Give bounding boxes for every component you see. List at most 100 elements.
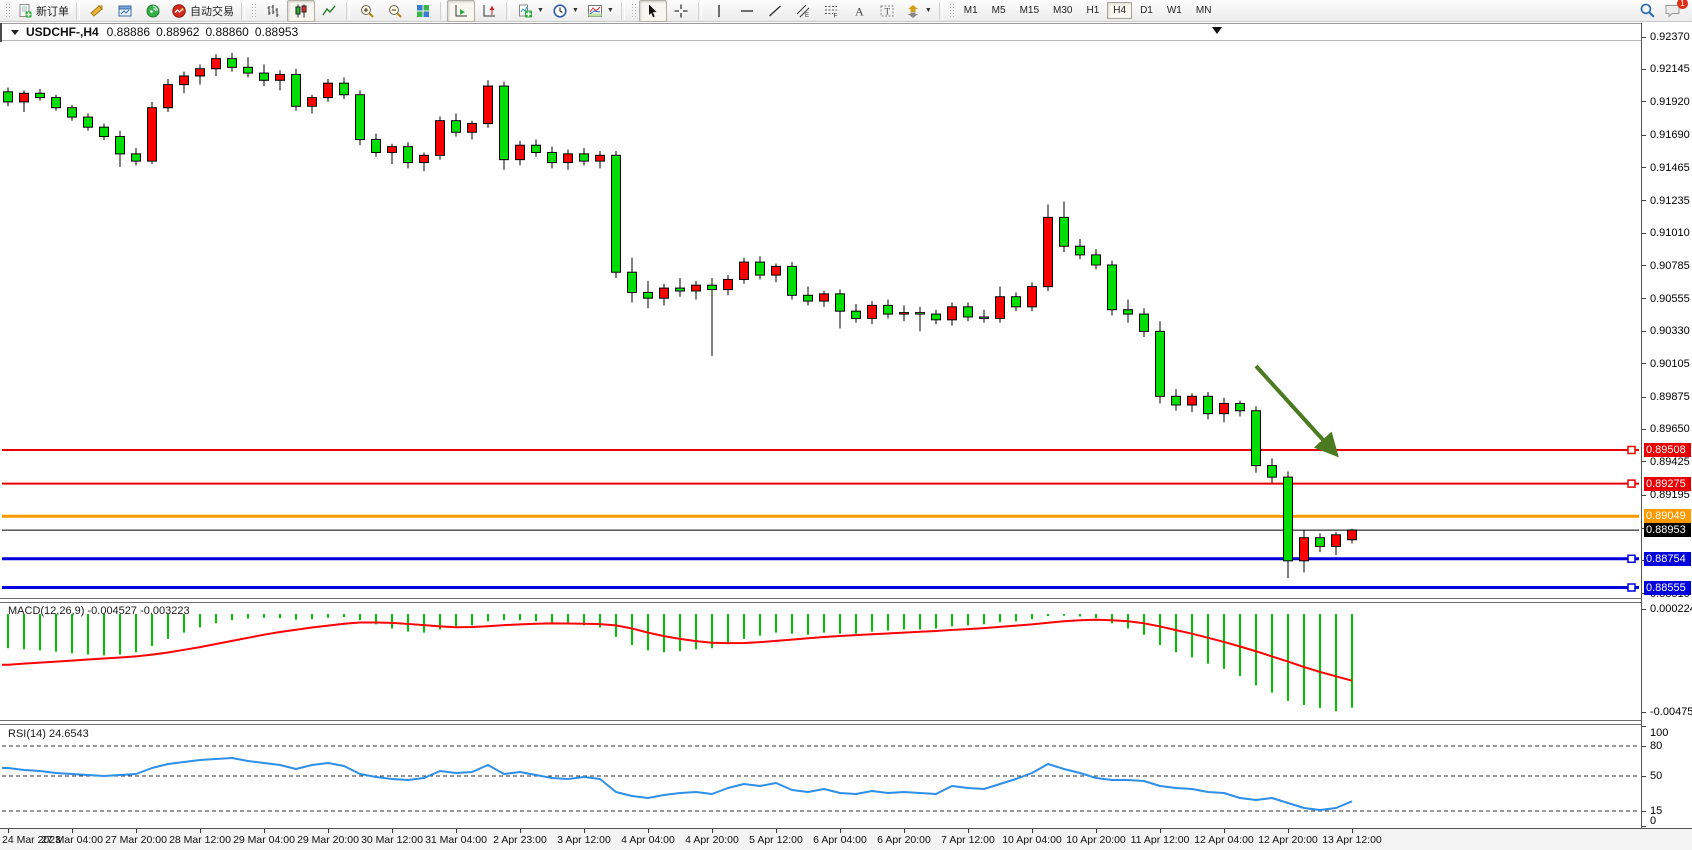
notifications-button[interactable]: 1: [1664, 2, 1682, 19]
timeframe-d1-button[interactable]: D1: [1134, 2, 1159, 19]
trend-arrow-annotation[interactable]: [1256, 366, 1334, 452]
periods-button[interactable]: ▼: [548, 0, 583, 22]
candle-body: [1028, 287, 1037, 307]
vertical-line-tool-button[interactable]: [705, 0, 733, 22]
toolbar-grip[interactable]: [949, 3, 954, 19]
signals-button[interactable]: [139, 0, 167, 22]
candle-body: [340, 83, 349, 95]
chevron-down-icon[interactable]: [11, 30, 19, 35]
time-axis[interactable]: 24 Mar 202327 Mar 04:0027 Mar 20:0028 Ma…: [0, 828, 1692, 850]
candle: [260, 64, 269, 86]
cursor-button[interactable]: [639, 0, 667, 22]
line-anchor-marker[interactable]: [1628, 480, 1635, 487]
zoom-out-icon: [387, 3, 403, 19]
ohlc-low: 0.88860: [205, 25, 248, 39]
svg-text:T: T: [884, 6, 890, 16]
time-axis-tick: [1032, 829, 1033, 833]
toolbar-separator: [440, 2, 444, 20]
line-anchor-marker[interactable]: [1628, 584, 1635, 591]
candle: [596, 151, 605, 168]
line-chart-button[interactable]: [315, 0, 343, 22]
fibonacci-tool-button[interactable]: F: [817, 0, 845, 22]
candle-body: [788, 266, 797, 295]
candle-body: [212, 59, 221, 69]
rsi-indicator-label: RSI(14) 24.6543: [8, 728, 89, 740]
chart-shift-button[interactable]: [475, 0, 503, 22]
timeframe-m30-button[interactable]: M30: [1047, 2, 1078, 19]
line-anchor-marker[interactable]: [1628, 446, 1635, 453]
candle: [1268, 458, 1277, 483]
channel-icon: E: [795, 3, 811, 19]
candle-body: [148, 108, 157, 161]
bar-chart-button[interactable]: [259, 0, 287, 22]
candle-body: [372, 139, 381, 152]
horizontal-line-tool-button[interactable]: [733, 0, 761, 22]
timeframe-h4-button[interactable]: H4: [1107, 2, 1132, 19]
trendline-tool-button[interactable]: [761, 0, 789, 22]
vertical-line-icon: [711, 3, 727, 19]
timeframe-mn-button[interactable]: MN: [1190, 2, 1218, 19]
timeframe-m15-button[interactable]: M15: [1014, 2, 1045, 19]
auto-scroll-button[interactable]: [447, 0, 475, 22]
time-axis-label: 27 Mar 20:00: [105, 834, 167, 846]
candle-body: [324, 83, 333, 97]
candle-body: [596, 155, 605, 161]
template-icon: [587, 3, 603, 19]
equidistant-channel-tool-button[interactable]: E: [789, 0, 817, 22]
price-axis-tick-label: 0.91235: [1650, 195, 1690, 207]
zoom-out-button[interactable]: [381, 0, 409, 22]
timeframe-m1-button[interactable]: M1: [958, 2, 984, 19]
candle-body: [836, 294, 845, 311]
time-axis-label: 7 Apr 12:00: [941, 834, 995, 846]
timeframe-h1-button[interactable]: H1: [1080, 2, 1105, 19]
candle: [340, 77, 349, 99]
rsi-level-label: 50: [1650, 770, 1662, 782]
arrows-tool-button[interactable]: ▼: [901, 0, 936, 22]
svg-text:F: F: [833, 12, 837, 19]
toolbar-grip[interactable]: [5, 3, 10, 19]
zoom-in-button[interactable]: [353, 0, 381, 22]
cursor-icon: [645, 3, 661, 19]
candle-body: [1156, 331, 1165, 396]
candlestick-chart-icon: [293, 3, 309, 19]
candle: [484, 80, 493, 128]
tile-windows-button[interactable]: [409, 0, 437, 22]
search-icon[interactable]: [1639, 2, 1656, 19]
time-axis-tick: [1352, 829, 1353, 833]
candlestick-chart-button[interactable]: [287, 0, 315, 22]
candle: [436, 116, 445, 159]
price-axis-tick: [1642, 363, 1646, 364]
time-axis-tick: [1160, 829, 1161, 833]
candle-body: [1092, 255, 1101, 265]
time-axis-tick: [712, 829, 713, 833]
profiles-button[interactable]: [83, 0, 111, 22]
market-watch-button[interactable]: [111, 0, 139, 22]
price-axis-tick: [1642, 265, 1646, 266]
crosshair-button[interactable]: [667, 0, 695, 22]
candle: [1044, 204, 1053, 291]
toolbar-grip[interactable]: [251, 3, 256, 19]
time-axis-tick: [392, 829, 393, 833]
indicators-button[interactable]: ▼: [513, 0, 548, 22]
candle: [292, 69, 301, 111]
candle-body: [660, 288, 669, 298]
new-order-button[interactable]: 新订单: [13, 0, 73, 22]
candle: [804, 287, 813, 306]
toolbar-grip[interactable]: [631, 3, 636, 19]
rsi-pane: [0, 725, 1641, 828]
text-tool-button[interactable]: A: [845, 0, 873, 22]
timeframe-m5-button[interactable]: M5: [986, 2, 1012, 19]
price-axis-tick-label: 0.91920: [1650, 96, 1690, 108]
line-anchor-marker[interactable]: [1628, 555, 1635, 562]
timeframe-w1-button[interactable]: W1: [1161, 2, 1188, 19]
price-axis-tick: [1642, 429, 1646, 430]
candle-body: [948, 307, 957, 320]
templates-button[interactable]: ▼: [583, 0, 618, 22]
text-label-tool-button[interactable]: T: [873, 0, 901, 22]
rsi-level-label: 100: [1650, 727, 1668, 739]
price-axis[interactable]: 0.923700.921450.919200.916900.914650.912…: [1641, 23, 1692, 828]
candle-body: [516, 145, 525, 159]
chart-title-bar: USDCHF-,H4 0.88886 0.88962 0.88860 0.889…: [2, 23, 1641, 41]
chart-shift-marker[interactable]: [1212, 27, 1222, 34]
autotrading-button[interactable]: 自动交易: [167, 0, 238, 22]
